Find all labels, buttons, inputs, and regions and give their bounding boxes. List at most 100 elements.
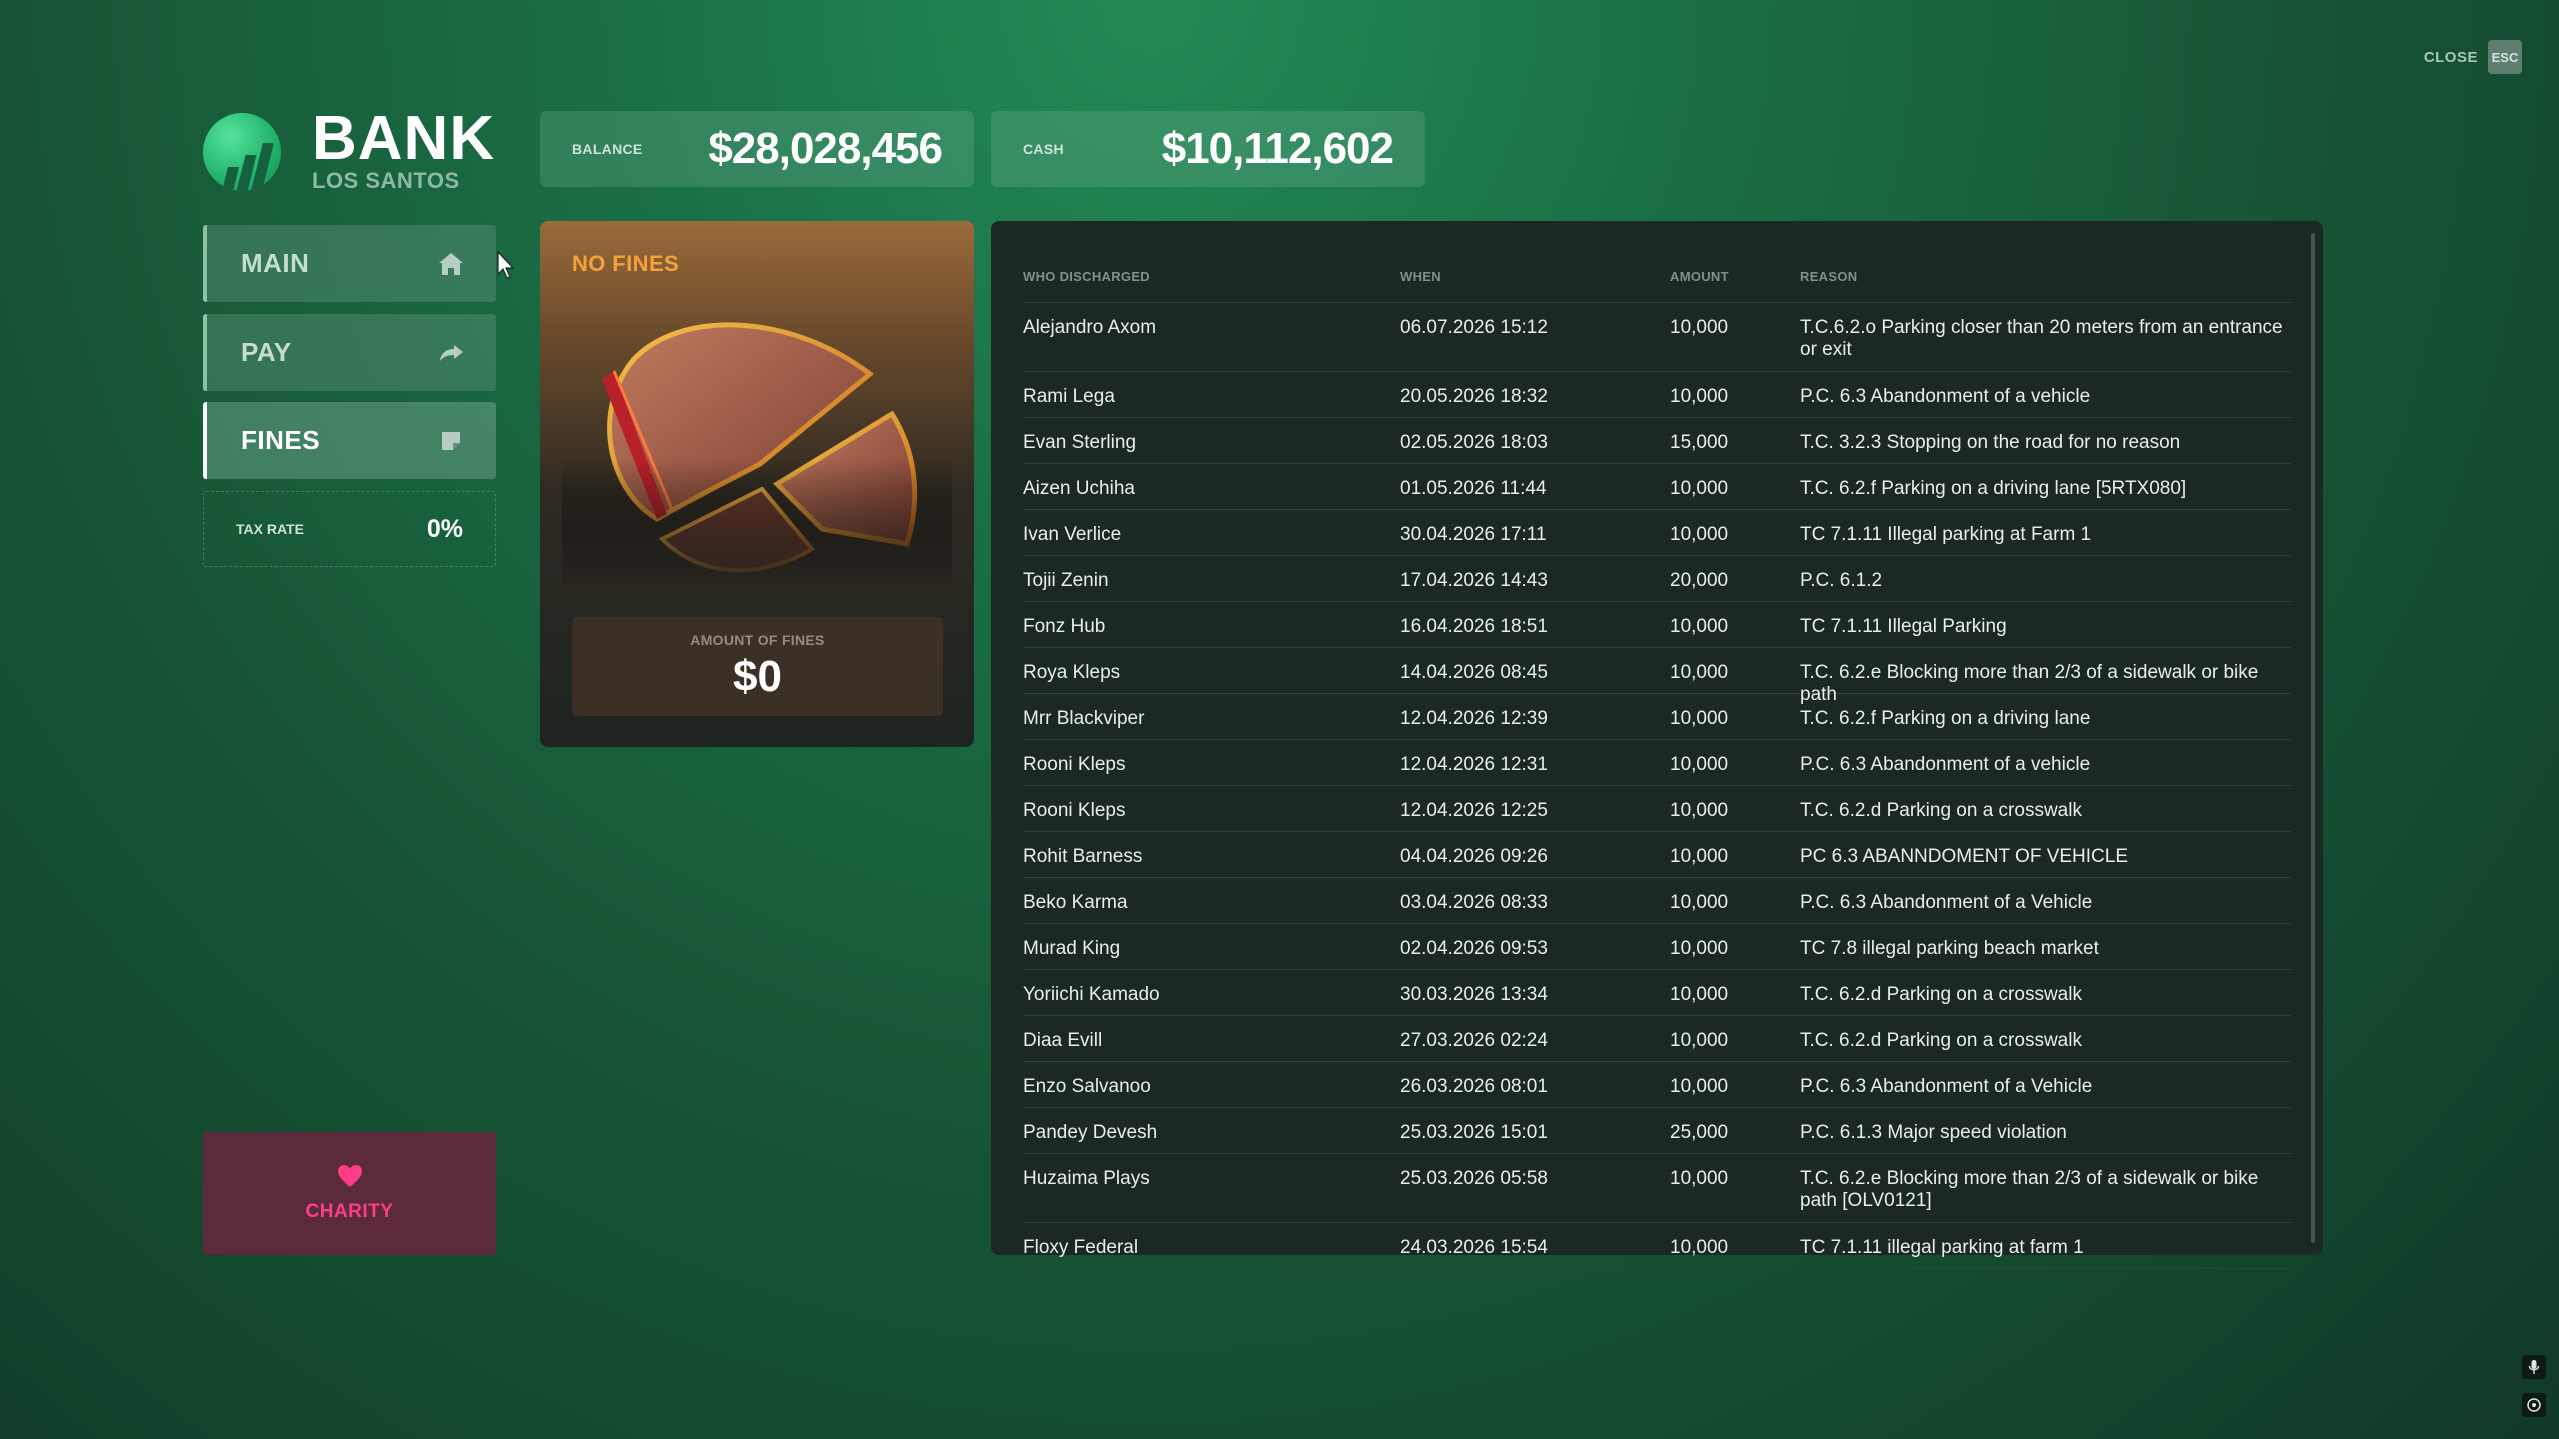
fines-status-title: NO FINES: [572, 251, 680, 276]
table-row: Diaa Evill 27.03.2026 02:24 10,000 T.C. 6.2…: [1023, 1016, 2291, 1062]
cell-reason: T.C. 6.2.e Blocking more than 2/3 of a s…: [1800, 1168, 2259, 1211]
cell-who: Mrr Blackviper: [1023, 708, 1145, 729]
cell-reason: TC 7.1.11 Illegal parking at Farm 1: [1800, 524, 2092, 545]
cell-who: Ivan Verlice: [1023, 524, 1122, 545]
cell-who: Roya Kleps: [1023, 662, 1121, 683]
table-row: Alejandro Axom 06.07.2026 15:12 10,000 T.C.…: [1023, 303, 2291, 372]
pie-chart-illustration-icon: [562, 289, 952, 594]
cell-who: Rooni Kleps: [1023, 800, 1126, 821]
fines-summary-card: NO FINES AMOUNT OF FINES $0: [540, 221, 974, 747]
table-row: Rooni Kleps 12.04.2026 12:31 10,000 P.C. 6.…: [1023, 740, 2291, 786]
balance-box: BALANCE $28,028,456: [540, 111, 974, 187]
table-row: Yoriichi Kamado 30.03.2026 13:34 10,000 T.C…: [1023, 970, 2291, 1016]
cell-who: Floxy Federal: [1023, 1237, 1139, 1258]
table-header: WHO DISCHARGED WHEN AMOUNT REASON: [1023, 251, 2291, 303]
tax-rate-value: 0%: [426, 514, 463, 543]
cell-amount: 10,000: [1670, 938, 1729, 959]
cell-reason: T.C. 3.2.3 Stopping on the road for no r…: [1800, 432, 2181, 453]
esc-key-badge: ESC: [2488, 40, 2522, 74]
cell-when: 24.03.2026 15:54: [1400, 1237, 1548, 1258]
header-when: WHEN: [1400, 269, 1441, 284]
tax-rate-box: TAX RATE 0%: [203, 491, 496, 567]
table-row: Tojii Zenin 17.04.2026 14:43 20,000 P.C. 6.…: [1023, 556, 2291, 602]
charity-button[interactable]: CHARITY: [203, 1132, 496, 1255]
cell-when: 02.04.2026 09:53: [1400, 938, 1548, 959]
cell-reason: TC 7.8 illegal parking beach market: [1800, 938, 2099, 959]
cell-who: Murad King: [1023, 938, 1121, 959]
table-scrollbar[interactable]: [2311, 233, 2315, 1243]
charity-label: CHARITY: [305, 1201, 394, 1222]
cell-amount: 10,000: [1670, 1237, 1729, 1258]
cell-amount: 10,000: [1670, 800, 1729, 821]
heart-icon: [337, 1164, 363, 1193]
fines-amount-box: AMOUNT OF FINES $0: [572, 617, 943, 716]
cell-when: 16.04.2026 18:51: [1400, 616, 1548, 637]
fines-amount-label: AMOUNT OF FINES: [690, 631, 825, 648]
cell-who: Tojii Zenin: [1023, 570, 1109, 591]
close-button[interactable]: CLOSE ESC: [2424, 40, 2522, 74]
table-row: Enzo Salvanoo 26.03.2026 08:01 10,000 P.C. …: [1023, 1062, 2291, 1108]
table-row: Rooni Kleps 12.04.2026 12:25 10,000 T.C. 6.…: [1023, 786, 2291, 832]
nav-item-main[interactable]: MAIN: [203, 225, 496, 302]
balance-label: BALANCE: [572, 141, 643, 157]
cell-amount: 10,000: [1670, 478, 1729, 499]
cell-who: Diaa Evill: [1023, 1030, 1103, 1051]
nav-label-fines: FINES: [241, 425, 321, 455]
cell-who: Huzaima Plays: [1023, 1168, 1150, 1189]
fines-history-table[interactable]: WHO DISCHARGED WHEN AMOUNT REASON Alejan…: [991, 221, 2323, 1269]
cell-reason: P.C. 6.3 Abandonment of a vehicle: [1800, 386, 2091, 407]
cell-when: 27.03.2026 02:24: [1400, 1030, 1548, 1051]
cell-who: Rooni Kleps: [1023, 754, 1126, 775]
cell-amount: 10,000: [1670, 524, 1729, 545]
cell-reason: T.C. 6.2.e Blocking more than 2/3 of a s…: [1800, 662, 2259, 705]
cell-who: Evan Sterling: [1023, 432, 1137, 453]
cell-reason: T.C. 6.2.d Parking on a crosswalk: [1800, 984, 2082, 1005]
logo-title: BANK: [312, 104, 496, 173]
cell-who: Rami Lega: [1023, 386, 1115, 407]
table-body: Alejandro Axom 06.07.2026 15:12 10,000 T.C.…: [1023, 303, 2291, 1269]
cell-amount: 10,000: [1670, 846, 1729, 867]
cell-when: 12.04.2026 12:39: [1400, 708, 1548, 729]
cell-amount: 10,000: [1670, 892, 1729, 913]
cell-amount: 10,000: [1670, 1168, 1729, 1189]
table-row: Floxy Federal 24.03.2026 15:54 10,000 TC 7.…: [1023, 1223, 2291, 1269]
cell-when: 25.03.2026 05:58: [1400, 1168, 1548, 1189]
cell-who: Aizen Uchiha: [1023, 478, 1135, 499]
cell-when: 12.04.2026 12:31: [1400, 754, 1548, 775]
table-row: Evan Sterling 02.05.2026 18:03 15,000 T.C. …: [1023, 418, 2291, 464]
sticky-note-icon: [436, 426, 466, 456]
table-row: Fonz Hub 16.04.2026 18:51 10,000 TC 7.1.11 …: [1023, 602, 2291, 648]
balance-value: $28,028,456: [708, 124, 943, 173]
target-icon: [2522, 1393, 2546, 1417]
cell-reason: P.C. 6.3 Abandonment of a Vehicle: [1800, 1076, 2093, 1097]
cell-when: 30.03.2026 13:34: [1400, 984, 1548, 1005]
tax-rate-label: TAX RATE: [236, 521, 304, 537]
cell-amount: 10,000: [1670, 616, 1729, 637]
cell-who: Fonz Hub: [1023, 616, 1106, 637]
table-row: Murad King 02.04.2026 09:53 10,000 TC 7.8 i…: [1023, 924, 2291, 970]
cell-when: 12.04.2026 12:25: [1400, 800, 1548, 821]
nav-item-pay[interactable]: PAY: [203, 314, 496, 391]
cell-amount: 10,000: [1670, 317, 1729, 338]
cash-box: CASH $10,112,602: [991, 111, 1425, 187]
cell-who: Rohit Barness: [1023, 846, 1143, 867]
cell-when: 06.07.2026 15:12: [1400, 317, 1548, 338]
cell-who: Enzo Salvanoo: [1023, 1076, 1151, 1097]
cell-when: 03.04.2026 08:33: [1400, 892, 1548, 913]
fines-amount-value: $0: [733, 651, 782, 701]
cell-reason: P.C. 6.3 Abandonment of a vehicle: [1800, 754, 2091, 775]
table-row: Pandey Devesh 25.03.2026 15:01 25,000 P.C. …: [1023, 1108, 2291, 1154]
cell-reason: P.C. 6.1.3 Major speed violation: [1800, 1122, 2067, 1143]
table-row: Roya Kleps 14.04.2026 08:45 10,000 T.C. 6.2…: [1023, 648, 2291, 705]
cell-reason: T.C. 6.2.d Parking on a crosswalk: [1800, 1030, 2082, 1051]
share-arrow-icon: [436, 338, 466, 368]
cell-who: Yoriichi Kamado: [1023, 984, 1160, 1005]
cell-reason: T.C. 6.2.f Parking on a driving lane [5R…: [1800, 478, 2187, 499]
cell-when: 02.05.2026 18:03: [1400, 432, 1548, 453]
cell-amount: 10,000: [1670, 754, 1729, 775]
cell-reason: T.C. 6.2.f Parking on a driving lane: [1800, 708, 2091, 729]
cash-value: $10,112,602: [1161, 124, 1394, 173]
nav-item-fines[interactable]: FINES: [203, 402, 496, 479]
header-reason: REASON: [1800, 269, 1858, 284]
cell-reason: T.C.6.2.o Parking closer than 20 meters …: [1800, 317, 2283, 360]
